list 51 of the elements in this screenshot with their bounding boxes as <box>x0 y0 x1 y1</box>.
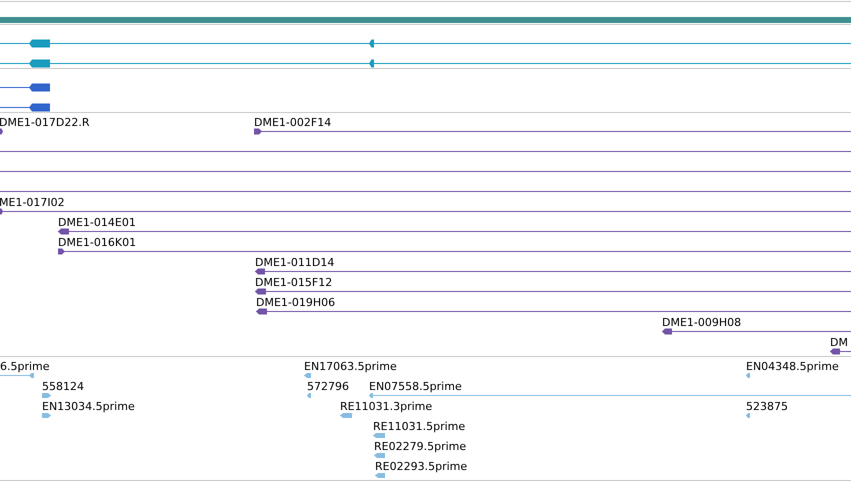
clone-feature[interactable] <box>0 128 3 134</box>
clone-feature[interactable] <box>662 328 851 334</box>
feature-label: DME1-017D22.R <box>0 116 90 129</box>
transcript-feature[interactable] <box>0 104 50 112</box>
clone-feature[interactable] <box>58 248 851 254</box>
feature-label: DME1-014E01 <box>58 216 136 229</box>
feature-label: EN13034.5prime <box>42 400 135 413</box>
est-feature[interactable] <box>374 453 385 458</box>
est-feature[interactable] <box>746 413 750 418</box>
clone-feature[interactable] <box>255 288 851 294</box>
feature-label: DME1-015F12 <box>255 276 332 289</box>
transcript-feature[interactable] <box>0 60 851 68</box>
feature-label: DME1-011D14 <box>255 256 334 269</box>
feature-label: RE02293.5prime <box>375 460 468 473</box>
est-feature[interactable] <box>0 373 34 378</box>
clone-feature[interactable] <box>0 208 851 214</box>
feature-label: EN17063.5prime <box>304 360 397 373</box>
est-feature[interactable] <box>375 473 385 478</box>
clone-feature[interactable] <box>58 228 851 234</box>
est-feature[interactable] <box>369 393 851 398</box>
feature-label: DM <box>830 336 848 349</box>
feature-label: DME1-016K01 <box>58 236 136 249</box>
est-feature[interactable] <box>746 373 750 378</box>
feature-label: EN04348.5prime <box>746 360 839 373</box>
est-feature[interactable] <box>340 413 352 418</box>
feature-label: EN07558.5prime <box>369 380 462 393</box>
clone-feature[interactable] <box>256 308 851 314</box>
clone-feature[interactable] <box>830 348 851 354</box>
feature-label: RE11031.3prime <box>340 400 432 413</box>
feature-label: DME1-019H06 <box>256 296 336 309</box>
est-feature[interactable] <box>42 393 51 398</box>
clone-line[interactable] <box>0 191 851 192</box>
clone-feature[interactable] <box>254 128 851 134</box>
est-feature[interactable] <box>304 373 311 378</box>
est-feature[interactable] <box>373 433 385 438</box>
feature-label: ME1-017I02 <box>0 196 65 209</box>
transcript-feature[interactable] <box>0 40 851 48</box>
clone-line[interactable] <box>0 151 851 152</box>
est-feature[interactable] <box>307 393 311 398</box>
feature-label: DME1-009H08 <box>662 316 742 329</box>
feature-label: 523875 <box>746 400 788 413</box>
feature-label: 558124 <box>42 380 84 393</box>
feature-label: RE02279.5prime <box>374 440 466 453</box>
feature-label: 572796 <box>307 380 349 393</box>
feature-label: RE11031.5prime <box>373 420 466 433</box>
clone-line[interactable] <box>0 171 851 172</box>
feature-label: DME1-002F14 <box>254 116 332 129</box>
transcript-feature[interactable] <box>0 84 50 92</box>
est-feature[interactable] <box>42 413 51 418</box>
clone-feature[interactable] <box>255 268 851 274</box>
feature-label: 6.5prime <box>0 360 50 373</box>
